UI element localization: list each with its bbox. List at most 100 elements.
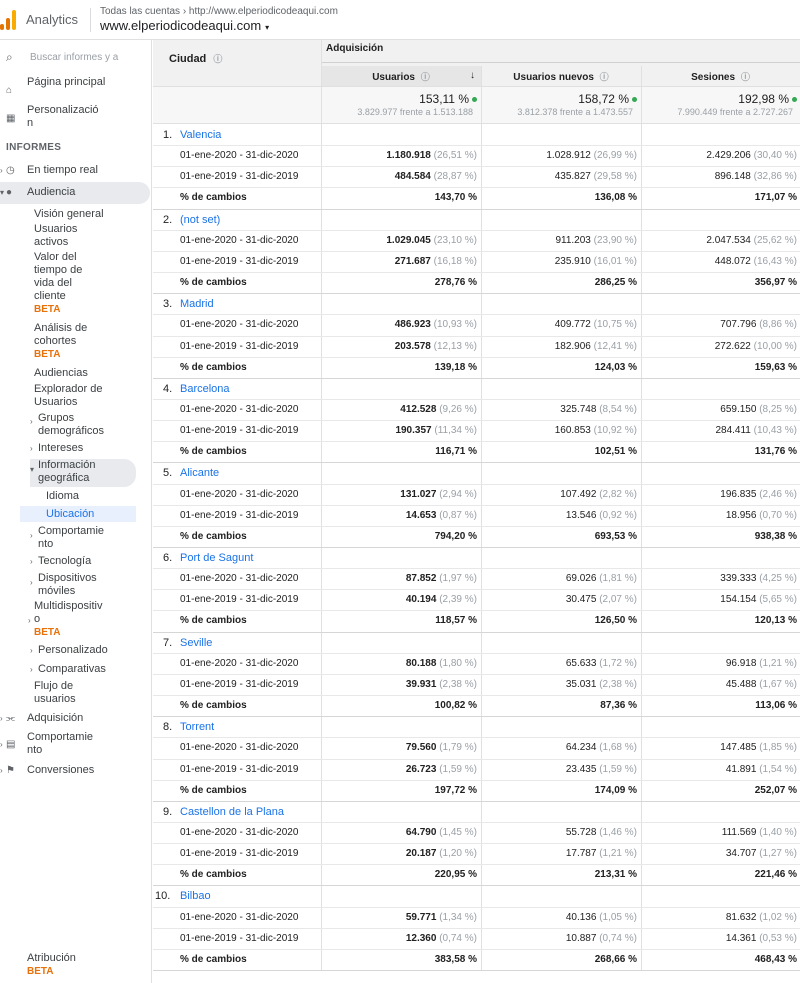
column-divider — [481, 66, 482, 970]
metric-previous: 190.357 (11,34 %) — [395, 425, 477, 437]
metric-previous: 182.906 (12,41 %) — [554, 340, 637, 352]
nav-behavior[interactable]: › Comportamiento — [30, 525, 110, 551]
nav-ltv[interactable]: Valor del tiempo de vida del cliente BET… — [34, 251, 104, 316]
metric-previous: 154.154 (5,65 %) — [720, 594, 797, 606]
metric-current: 409.772 (10,75 %) — [554, 319, 637, 331]
beta-badge: BETA — [27, 966, 54, 977]
metric-change: 102,51 % — [594, 446, 637, 458]
metric-current: 69.026 (1,81 %) — [565, 573, 637, 585]
nav-overview[interactable]: Visión general — [34, 208, 124, 221]
metric-previous: 23.435 (1,59 %) — [565, 763, 637, 775]
nav-cohort[interactable]: Análisis de cohortes BETA — [34, 322, 104, 361]
divider — [321, 62, 800, 63]
metric-change: 100,82 % — [434, 700, 477, 712]
sidebar-item-conversions[interactable]: › ⚑ Conversiones — [0, 764, 150, 778]
property-selector[interactable]: www.elperiodicodeaqui.com ▾ — [100, 18, 269, 33]
metric-current: 339.333 (4,25 %) — [720, 573, 797, 585]
metric-current: 131.027 (2,94 %) — [400, 488, 477, 500]
top-bar: Analytics Todas las cuentas › http://www… — [0, 0, 800, 40]
row-divider — [153, 398, 800, 400]
search-input[interactable]: Buscar informes y a — [30, 52, 118, 63]
change-label: % de cambios — [180, 277, 247, 289]
positive-dot-icon — [632, 97, 637, 103]
help-icon[interactable]: ⓘ — [421, 72, 430, 82]
analytics-logo[interactable] — [0, 10, 16, 30]
sidebar-item-home[interactable]: ⌂ Página principal — [0, 76, 150, 104]
city-link[interactable]: Seville — [180, 637, 212, 649]
metric-current: 707.796 (8,86 %) — [720, 319, 797, 331]
metric-previous: 39.931 (2,38 %) — [405, 678, 477, 690]
city-link[interactable]: Port de Sagunt — [180, 552, 253, 564]
sidebar-item-behavior[interactable]: › ▤ Comportamiento — [0, 731, 150, 759]
nav-user-explorer[interactable]: Explorador de Usuarios — [34, 383, 114, 409]
row-index: 5. — [163, 467, 173, 480]
sidebar-item-audience[interactable]: ▾ ● Audiencia — [0, 182, 150, 204]
nav-interests[interactable]: › Intereses — [30, 442, 128, 455]
row-divider — [153, 948, 800, 950]
total-users-sub: 3.829.977 frente a 1.513.188 — [357, 107, 473, 117]
metric-current: 81.632 (1,02 %) — [725, 911, 797, 923]
city-link[interactable]: Valencia — [180, 129, 221, 141]
nav-geo[interactable]: ▾ Información geográfica — [30, 459, 136, 487]
city-link[interactable]: Barcelona — [180, 383, 230, 395]
help-icon[interactable]: ⓘ — [741, 72, 750, 82]
metric-change: 139,18 % — [434, 361, 477, 373]
row-divider — [153, 250, 800, 252]
nav-language[interactable]: Idioma — [46, 490, 136, 503]
metric-change: 124,03 % — [594, 361, 637, 373]
search-icon: ⌕ — [6, 50, 13, 64]
metric-previous: 45.488 (1,67 %) — [725, 678, 797, 690]
metric-change: 221,46 % — [754, 869, 797, 881]
city-link[interactable]: (not set) — [180, 214, 220, 226]
metric-change: 252,07 % — [754, 784, 797, 796]
nav-location[interactable]: Ubicación — [20, 506, 136, 522]
nav-demographics[interactable]: › Grupos demográficos — [30, 412, 118, 438]
account-breadcrumb[interactable]: Todas las cuentas › http://www.elperiodi… — [100, 6, 338, 17]
nav-benchmarking[interactable]: › Comparativas — [30, 663, 128, 676]
city-link[interactable]: Castellon de la Plana — [180, 806, 284, 818]
row-divider — [153, 547, 800, 548]
row-divider — [153, 821, 800, 823]
metric-previous: 17.787 (1,21 %) — [565, 848, 637, 860]
app-name: Analytics — [26, 12, 79, 27]
row-divider — [153, 335, 800, 337]
row-divider — [153, 716, 800, 718]
nav-audiences[interactable]: Audiencias — [34, 367, 124, 380]
nav-crossdevice[interactable]: › Multidispositivo BETA — [28, 600, 108, 639]
nav-technology[interactable]: › Tecnología — [30, 555, 128, 568]
column-header-new-users[interactable]: Usuarios nuevos ⓘ — [481, 70, 641, 83]
nav-mobile[interactable]: › Dispositivos móviles — [30, 572, 108, 598]
city-link[interactable]: Torrent — [180, 721, 214, 733]
metric-change: 126,50 % — [594, 615, 637, 627]
sidebar-item-attribution[interactable]: Atribución BETA — [0, 952, 150, 980]
nav-active-users[interactable]: Usuarios activos — [34, 223, 114, 249]
metric-current: 1.029.045 (23,10 %) — [386, 234, 477, 246]
dimension-header[interactable]: Ciudad ⓘ — [169, 52, 222, 65]
column-header-sessions[interactable]: Sesiones ⓘ — [641, 70, 800, 83]
metric-previous: 18.956 (0,70 %) — [725, 509, 797, 521]
chevron-down-icon: ▾ — [0, 188, 5, 197]
column-header-users[interactable]: Usuarios ⓘ ↓ — [321, 66, 481, 86]
total-new-users-sub: 3.812.378 frente a 1.473.557 — [517, 107, 633, 117]
metric-current: 2.047.534 (25,62 %) — [706, 234, 797, 246]
sidebar-item-customization[interactable]: ▦ Personalización — [0, 104, 150, 132]
sidebar-item-acquisition[interactable]: › ⫘ Adquisición — [0, 712, 150, 726]
city-link[interactable]: Madrid — [180, 298, 214, 310]
nav-custom[interactable]: › Personalizado — [30, 644, 128, 657]
chevron-right-icon: › — [28, 616, 31, 625]
nav-users-flow[interactable]: Flujo de usuarios — [34, 680, 104, 706]
group-header: Adquisición — [326, 43, 384, 54]
city-link[interactable]: Alicante — [180, 467, 219, 479]
help-icon[interactable]: ⓘ — [600, 72, 609, 82]
metric-change: 87,36 % — [600, 700, 637, 712]
date-range-current: 01-ene-2020 - 31-dic-2020 — [180, 234, 299, 246]
metric-current: 911.203 (23,90 %) — [555, 234, 637, 246]
report-search[interactable]: ⌕ Buscar informes y a — [0, 46, 150, 70]
metric-current: 59.771 (1,34 %) — [405, 911, 477, 923]
city-link[interactable]: Bilbao — [180, 890, 211, 902]
metric-previous: 14.653 (0,87 %) — [405, 509, 477, 521]
logo-bar — [12, 10, 16, 30]
sidebar-item-realtime[interactable]: › ◷ En tiempo real — [0, 164, 150, 178]
help-icon[interactable]: ⓘ — [213, 54, 222, 64]
date-range-current: 01-ene-2020 - 31-dic-2020 — [180, 488, 299, 500]
